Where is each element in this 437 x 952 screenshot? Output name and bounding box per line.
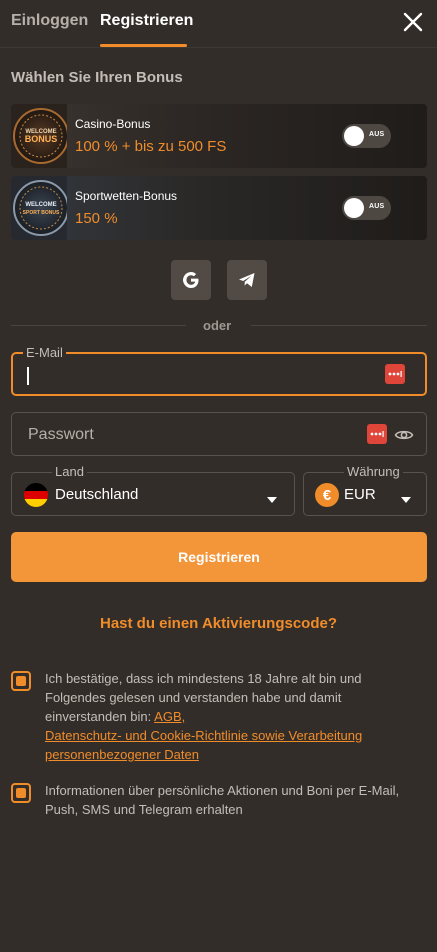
auth-tabs: Einloggen Registrieren [0, 0, 437, 48]
register-button[interactable]: Registrieren [11, 532, 427, 582]
password-input[interactable] [28, 422, 358, 448]
text-cursor [27, 367, 29, 385]
activation-code-link[interactable]: Hast du einen Aktivierungscode? [0, 615, 437, 632]
password-field[interactable] [11, 412, 427, 456]
toggle-label: AUS [369, 203, 385, 210]
tab-register[interactable]: Registrieren [100, 12, 193, 30]
google-login-button[interactable] [171, 260, 211, 300]
header-divider [0, 47, 437, 48]
casino-bonus-image: WELCOME BONUS [11, 104, 69, 168]
eye-icon[interactable] [394, 425, 414, 445]
bonus-card-casino[interactable]: WELCOME BONUS Casino-Bonus 100 % + bis z… [11, 104, 427, 168]
country-select[interactable]: Land Deutschland [11, 464, 295, 516]
password-manager-icon[interactable] [385, 364, 405, 384]
currency-value: EUR [344, 486, 376, 503]
country-label: Land [52, 464, 87, 479]
sport-badge-main: SPORT BONUS [23, 210, 60, 216]
bonus-value: 100 % + bis zu 500 FS [75, 138, 227, 155]
age-consent-label: Ich bestätige, dass ich mindestens 18 Ja… [45, 671, 362, 724]
germany-flag-icon [24, 483, 48, 507]
google-icon [183, 272, 199, 288]
tab-login[interactable]: Einloggen [11, 12, 88, 30]
currency-select[interactable]: Währung € EUR [303, 464, 427, 516]
bonus-name: Sportwetten-Bonus [75, 189, 178, 203]
sport-bonus-image: WELCOME SPORT BONUS [11, 176, 69, 240]
toggle-label: AUS [369, 131, 385, 138]
close-icon[interactable] [400, 9, 426, 35]
telegram-icon [239, 273, 255, 287]
divider-text: oder [203, 318, 232, 333]
casino-badge-main: BONUS [25, 134, 58, 144]
country-value: Deutschland [55, 486, 139, 503]
bonus-name: Casino-Bonus [75, 117, 151, 131]
euro-icon: € [315, 483, 339, 507]
email-label: E-Mail [23, 345, 66, 360]
casino-bonus-toggle[interactable]: AUS [342, 124, 391, 148]
bonus-card-sport[interactable]: WELCOME SPORT BONUS Sportwetten-Bonus 15… [11, 176, 427, 240]
bonus-section-title: Wählen Sie Ihren Bonus [11, 69, 183, 86]
currency-label: Währung [344, 464, 403, 479]
age-consent-checkbox[interactable] [11, 671, 31, 691]
email-input[interactable] [31, 362, 371, 388]
marketing-consent-text: Informationen über persönliche Aktionen … [45, 783, 400, 817]
divider-line-left [11, 325, 186, 326]
sport-badge-top: WELCOME [25, 202, 56, 208]
chevron-down-icon [400, 491, 412, 509]
toggle-knob [344, 126, 364, 146]
bonus-value: 150 % [75, 210, 118, 227]
checkbox-mark [16, 676, 26, 686]
divider-line-right [251, 325, 427, 326]
marketing-consent-checkbox[interactable] [11, 783, 31, 803]
email-field[interactable]: E-Mail [11, 345, 427, 396]
chevron-down-icon [266, 491, 278, 509]
toggle-knob [344, 198, 364, 218]
age-consent-text: Ich bestätige, dass ich mindestens 18 Ja… [45, 669, 420, 764]
sport-bonus-toggle[interactable]: AUS [342, 196, 391, 220]
terms-link[interactable]: AGB, [154, 709, 185, 724]
telegram-login-button[interactable] [227, 260, 267, 300]
password-manager-icon[interactable] [367, 424, 387, 444]
checkbox-mark [16, 788, 26, 798]
privacy-policy-link[interactable]: Datenschutz- und Cookie-Richtlinie sowie… [45, 728, 362, 762]
